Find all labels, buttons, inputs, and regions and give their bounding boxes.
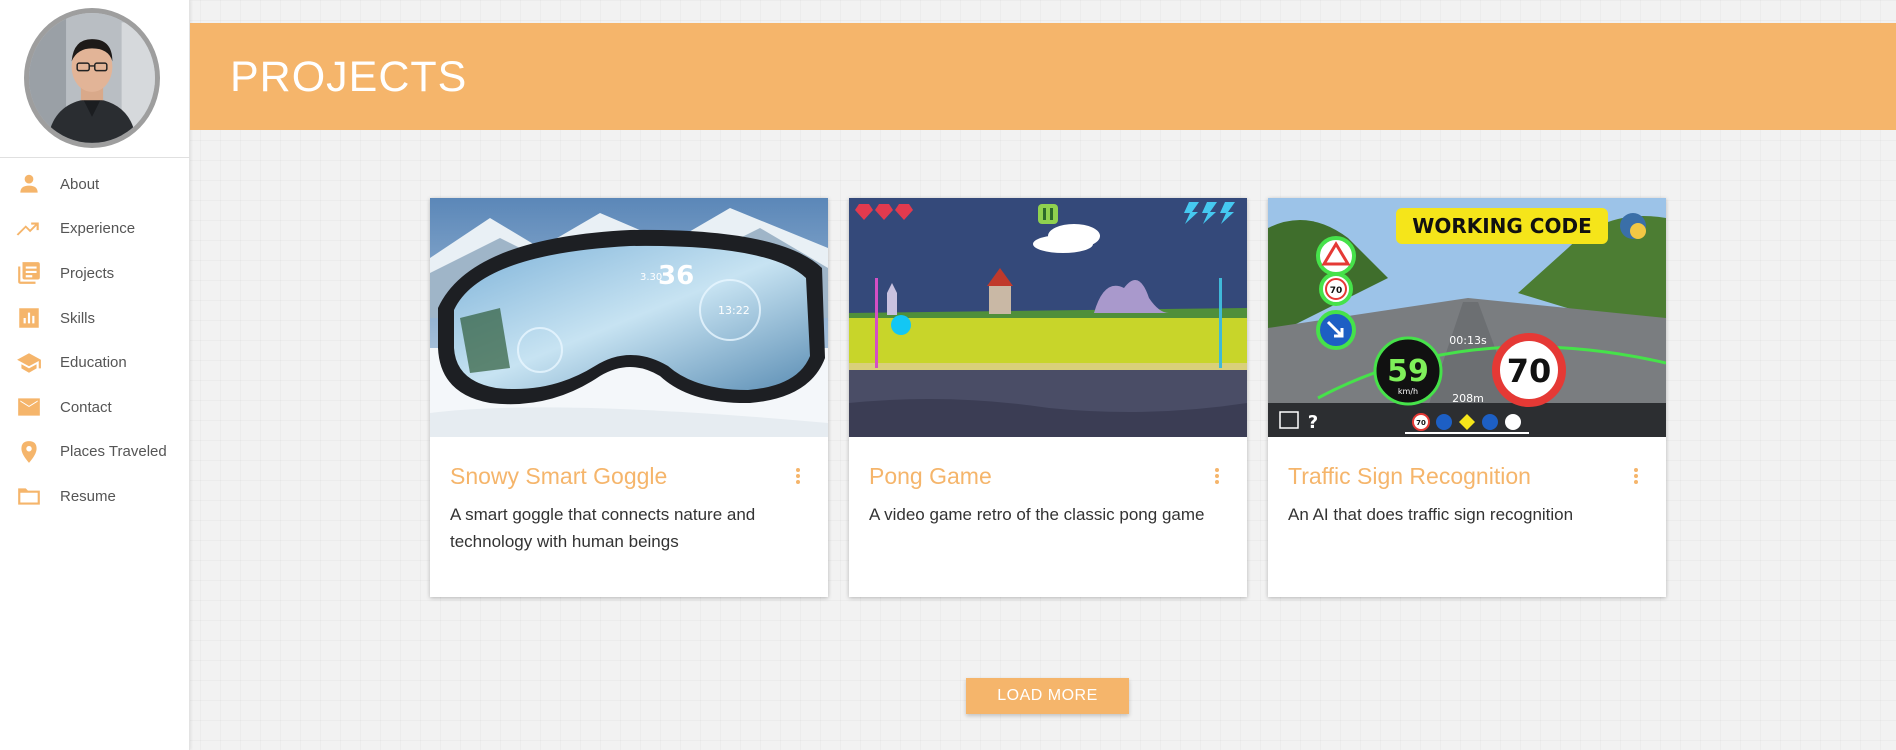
sidebar-item-label: Education xyxy=(60,354,127,372)
project-description: An AI that does traffic sign recognition xyxy=(1288,505,1574,524)
folder-icon xyxy=(16,483,42,509)
profile-photo xyxy=(29,13,155,143)
sidebar-item-resume[interactable]: Resume xyxy=(0,474,190,519)
sidebar-item-about[interactable]: About xyxy=(0,162,190,207)
strip-limit-label: 70 xyxy=(1416,419,1426,427)
person-icon xyxy=(16,171,42,197)
sidebar-item-label: Places Traveled xyxy=(60,443,167,461)
bar-chart-icon xyxy=(16,305,42,331)
sidebar-item-education[interactable]: Education xyxy=(0,340,190,385)
small-limit-label: 70 xyxy=(1330,286,1343,296)
speed-unit: km/h xyxy=(1398,387,1418,396)
project-title[interactable]: Snowy Smart Goggle xyxy=(450,463,667,490)
speed-readout: 59 xyxy=(1387,354,1429,389)
sidebar-nav: About Experience Projects Skills Educati… xyxy=(0,162,190,519)
project-description: A smart goggle that connects nature and … xyxy=(450,505,756,551)
sidebar-item-label: Resume xyxy=(60,487,116,505)
library-books-icon xyxy=(16,260,42,286)
load-more-button[interactable]: LOAD MORE xyxy=(966,678,1129,714)
sidebar: About Experience Projects Skills Educati… xyxy=(0,0,190,750)
hud-speed-readout: 36 xyxy=(658,261,694,291)
project-title[interactable]: Traffic Sign Recognition xyxy=(1288,463,1531,490)
distance-readout: 208m xyxy=(1452,392,1484,405)
svg-text:?: ? xyxy=(1308,412,1318,433)
project-card-snowy-smart-goggle[interactable]: 3.30 36 13:22 Snowy Smart Goggle A smart… xyxy=(430,198,828,597)
mail-icon xyxy=(16,394,42,420)
project-title[interactable]: Pong Game xyxy=(869,463,992,490)
location-pin-icon xyxy=(16,439,42,465)
speed-limit-sign: 70 xyxy=(1507,352,1552,390)
trending-up-icon xyxy=(16,216,42,242)
sidebar-item-label: About xyxy=(60,175,100,193)
sidebar-item-contact[interactable]: Contact xyxy=(0,385,190,430)
project-card-traffic-sign-recognition[interactable]: WORKING CODE 70 59 km/h 00:13s 70 208m ?… xyxy=(1268,198,1666,597)
sidebar-item-places-traveled[interactable]: Places Traveled xyxy=(0,430,190,475)
sidebar-item-experience[interactable]: Experience xyxy=(0,207,190,252)
avatar[interactable] xyxy=(24,8,160,148)
sidebar-item-label: Projects xyxy=(60,264,115,282)
project-card-pong-game[interactable]: Pong Game A video game retro of the clas… xyxy=(849,198,1247,597)
sidebar-item-projects[interactable]: Projects xyxy=(0,251,190,296)
sidebar-item-label: Experience xyxy=(60,220,136,238)
project-description: A video game retro of the classic pong g… xyxy=(869,505,1205,524)
banner-label: WORKING CODE xyxy=(1412,214,1591,238)
hud-time-readout: 13:22 xyxy=(718,304,750,317)
timer-readout: 00:13s xyxy=(1449,334,1487,347)
more-vert-icon[interactable] xyxy=(1211,465,1223,487)
more-vert-icon[interactable] xyxy=(1630,465,1642,487)
graduation-cap-icon xyxy=(16,350,42,376)
project-image-goggle[interactable]: 3.30 36 13:22 xyxy=(430,198,828,437)
project-image-pong[interactable] xyxy=(849,198,1247,437)
project-image-traffic[interactable]: WORKING CODE 70 59 km/h 00:13s 70 208m ?… xyxy=(1268,198,1666,437)
sidebar-item-skills[interactable]: Skills xyxy=(0,296,190,341)
sidebar-divider xyxy=(0,157,190,158)
page-title: PROJECTS xyxy=(230,53,468,101)
more-vert-icon[interactable] xyxy=(792,465,804,487)
page-header: PROJECTS xyxy=(190,23,1896,130)
sidebar-item-label: Skills xyxy=(60,309,96,327)
sidebar-item-label: Contact xyxy=(60,398,112,416)
